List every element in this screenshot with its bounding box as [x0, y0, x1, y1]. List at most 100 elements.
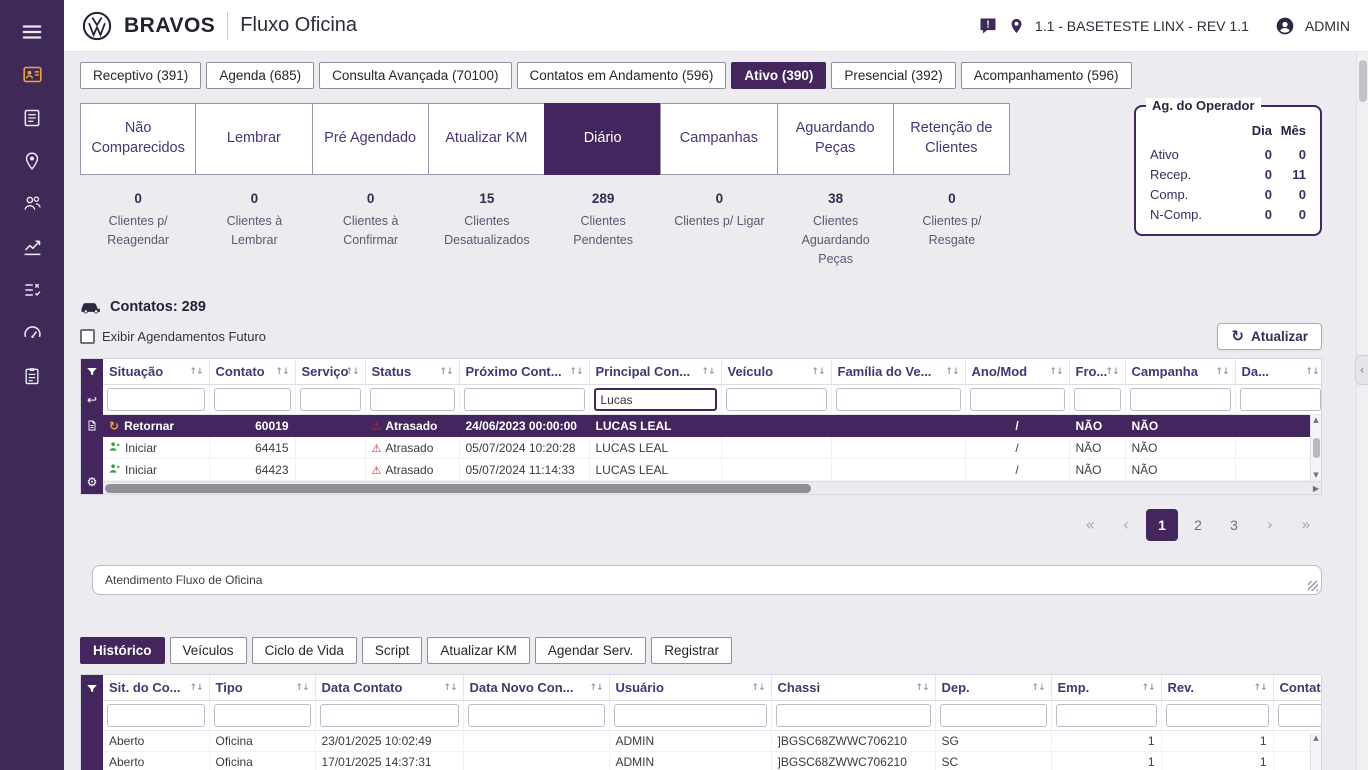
card-atualizar-km[interactable]: Atualizar KM — [427, 103, 545, 175]
filter-proximo-cont[interactable] — [463, 388, 585, 411]
sidebar-menu-button[interactable] — [10, 10, 54, 53]
tab-presencial-392[interactable]: Presencial (392) — [831, 62, 956, 89]
history-filter-sit-do-co[interactable] — [107, 704, 205, 727]
scroll-thumb[interactable] — [1312, 437, 1320, 458]
column-servico[interactable]: ↑↓ Serviço — [295, 358, 366, 385]
filter-status[interactable] — [369, 388, 455, 411]
contact-row[interactable]: Iniciar 64415 ⚠ Atrasado 05/07/2024 10:20:28… — [103, 436, 1321, 459]
tab-ativo-390[interactable]: Ativo (390) — [731, 62, 827, 89]
history-filter-emp[interactable] — [1055, 704, 1157, 727]
detail-tab-historico[interactable]: Histórico — [80, 636, 165, 664]
column-proximo-cont[interactable]: ↑↓ Próximo Cont... — [459, 358, 590, 385]
sidebar-clipboard-button[interactable] — [10, 354, 54, 397]
filter-situacao[interactable] — [107, 388, 205, 411]
column-data-contato[interactable]: ↑↓ Data Contato — [315, 674, 464, 701]
sidebar-chart-button[interactable] — [10, 225, 54, 268]
scroll-right-icon[interactable]: ▶ — [1313, 484, 1319, 493]
hscroll-thumb[interactable] — [105, 483, 812, 493]
column-campanha[interactable]: ↑↓ Campanha — [1125, 358, 1236, 385]
history-filter-contato[interactable] — [1277, 704, 1321, 727]
card-pre-agendado[interactable]: Pré Agendado — [311, 103, 429, 175]
history-row[interactable]: Aberto Oficina 23/01/2025 10:02:49 ADMIN]BG… — [103, 730, 1321, 752]
detail-tab-registrar[interactable]: Registrar — [651, 636, 732, 664]
column-status[interactable]: ↑↓ Status — [365, 358, 460, 385]
page-scroll-thumb[interactable] — [1359, 60, 1367, 102]
undo-icon[interactable]: ↩ — [81, 385, 103, 415]
column-da[interactable]: ↑↓ Da... — [1235, 358, 1321, 385]
sidebar-map-pin-button[interactable] — [10, 139, 54, 182]
detail-tab-veiculos[interactable]: Veículos — [169, 636, 247, 664]
history-row[interactable]: Aberto Oficina 17/01/2025 14:37:31 ADMIN]BG… — [103, 751, 1321, 770]
column-tipo[interactable]: ↑↓ Tipo — [209, 674, 316, 701]
contact-row[interactable]: ↻ Retornar 60019 ⚠ Atrasado 24/06/2023 00:00:… — [103, 414, 1321, 437]
tab-agenda-685[interactable]: Agenda (685) — [206, 62, 315, 89]
user-avatar-icon[interactable] — [1275, 16, 1295, 36]
first-page-button[interactable]: « — [1074, 509, 1106, 541]
history-filter-usuario[interactable] — [613, 704, 767, 727]
detail-tab-ciclo-de-vida[interactable]: Ciclo de Vida — [251, 636, 357, 664]
tab-consulta-avancada-70100[interactable]: Consulta Avançada (70100) — [319, 62, 512, 89]
filter-ano-mod[interactable] — [969, 388, 1065, 411]
collapse-panel-toggle[interactable]: ‹ — [1355, 355, 1368, 385]
tab-contatos-em-andamento-596[interactable]: Contatos em Andamento (596) — [516, 62, 727, 89]
column-contato[interactable]: ↑↓Contato — [1273, 674, 1321, 701]
export-document-icon[interactable] — [81, 415, 103, 437]
alert-message-icon[interactable]: ! — [978, 16, 998, 36]
contacts-table-vscrollbar[interactable]: ▲ ▼ — [1310, 414, 1321, 481]
scroll-up-icon[interactable]: ▲ — [1313, 734, 1318, 742]
future-appointments-checkbox[interactable] — [80, 328, 95, 344]
sidebar-users-button[interactable] — [10, 182, 54, 225]
prev-page-button[interactable]: ‹ — [1110, 509, 1142, 541]
detail-tab-script[interactable]: Script — [361, 636, 423, 664]
card-lembrar[interactable]: Lembrar — [195, 103, 313, 175]
filter-servico[interactable] — [299, 388, 361, 411]
scroll-down-icon[interactable]: ▼ — [1313, 471, 1318, 479]
filter-campanha[interactable] — [1129, 388, 1231, 411]
sidebar-form-button[interactable] — [10, 96, 54, 139]
column-data-novo-con[interactable]: ↑↓ Data Novo Con... — [463, 674, 610, 701]
detail-tab-agendar-serv[interactable]: Agendar Serv. — [534, 636, 647, 664]
card-aguardando-pecas[interactable]: Aguardando Peças — [776, 103, 894, 175]
column-usuario[interactable]: ↑↓ Usuário — [609, 674, 772, 701]
refresh-button[interactable]: ↻ Atualizar — [1217, 322, 1322, 350]
card-campanhas[interactable]: Campanhas — [660, 103, 778, 175]
history-filter-data-contato[interactable] — [319, 704, 459, 727]
column-chassi[interactable]: ↑↓ Chassi — [771, 674, 936, 701]
scroll-up-icon[interactable]: ▲ — [1313, 416, 1318, 424]
contact-row[interactable]: Iniciar 64423 ⚠ Atrasado 05/07/2024 11:14:33… — [103, 458, 1321, 481]
filter-principal-con[interactable] — [593, 388, 717, 411]
history-filter-tipo[interactable] — [213, 704, 311, 727]
column-ano-mod[interactable]: ↑↓ Ano/Mod — [965, 358, 1070, 385]
filter-icon[interactable] — [81, 359, 103, 385]
card-nao-comparecidos[interactable]: Não Comparecidos — [80, 103, 197, 175]
contacts-table-hscrollbar[interactable]: ▶ — [103, 480, 1321, 494]
tab-receptivo-391[interactable]: Receptivo (391) — [80, 62, 202, 89]
filter-veiculo[interactable] — [725, 388, 827, 411]
filter-contato[interactable] — [213, 388, 291, 411]
column-familia-do-ve[interactable]: ↑↓ Família do Ve... — [831, 358, 966, 385]
filter-icon[interactable] — [81, 675, 103, 703]
history-filter-rev[interactable] — [1165, 704, 1269, 727]
settings-gear-icon[interactable]: ⚙ — [81, 471, 103, 493]
next-page-button[interactable]: › — [1254, 509, 1286, 541]
location-icon[interactable] — [1008, 16, 1025, 36]
page-scrollbar[interactable] — [1356, 52, 1368, 770]
history-filter-dep[interactable] — [939, 704, 1047, 727]
column-veiculo[interactable]: ↑↓ Veículo — [721, 358, 832, 385]
column-rev[interactable]: ↑↓ Rev. — [1161, 674, 1274, 701]
service-note-input[interactable] — [92, 564, 1322, 595]
card-retencao-de-clientes[interactable]: Retenção de Clientes — [892, 103, 1010, 175]
column-fro[interactable]: ↑↓ Fro... — [1069, 358, 1126, 385]
column-contato[interactable]: ↑↓Contato — [209, 358, 296, 385]
detail-tab-atualizar-km[interactable]: Atualizar KM — [427, 636, 530, 664]
sidebar-gauge-button[interactable] — [10, 311, 54, 354]
page-2[interactable]: 2 — [1182, 509, 1214, 541]
history-filter-data-novo-con[interactable] — [467, 704, 605, 727]
column-dep[interactable]: ↑↓ Dep. — [935, 674, 1052, 701]
sidebar-id-card-button[interactable] — [10, 53, 54, 96]
tab-acompanhamento-596[interactable]: Acompanhamento (596) — [960, 62, 1132, 89]
history-filter-chassi[interactable] — [775, 704, 931, 727]
column-situacao[interactable]: ↑↓ Situação — [103, 358, 210, 385]
page-3[interactable]: 3 — [1218, 509, 1250, 541]
sidebar-tasks-button[interactable] — [10, 268, 54, 311]
